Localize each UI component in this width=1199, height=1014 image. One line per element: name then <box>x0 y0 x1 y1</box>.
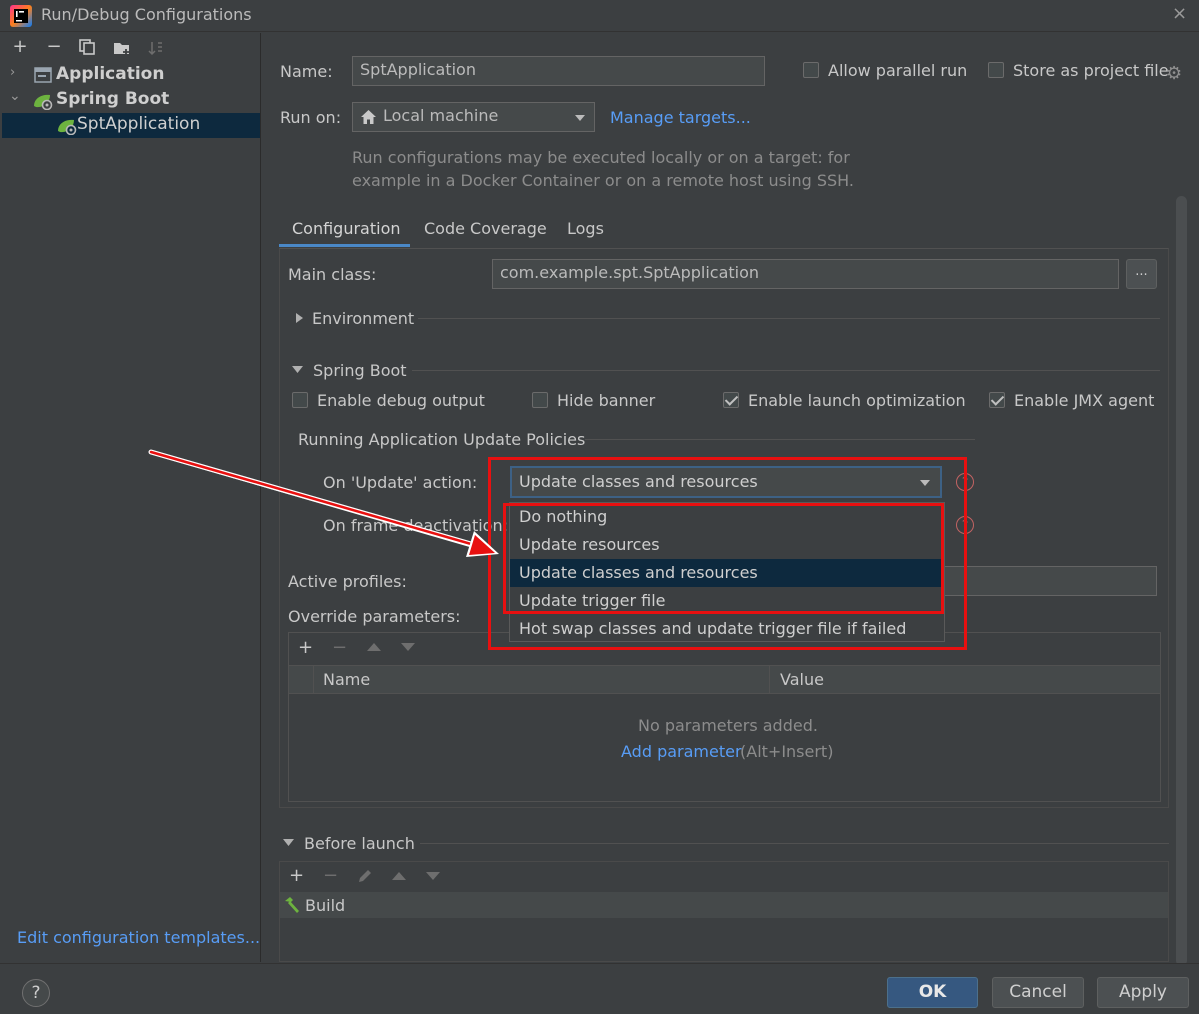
close-icon[interactable]: × <box>1172 3 1187 24</box>
before-launch-section[interactable]: Before launch <box>304 834 415 853</box>
edit-configuration-templates-link[interactable]: Edit configuration templates... <box>17 928 260 947</box>
chevron-down-icon[interactable] <box>292 366 303 374</box>
name-label: Name: <box>280 62 333 81</box>
chevron-right-icon[interactable]: › <box>10 65 15 80</box>
folder-add-icon[interactable] <box>113 40 131 56</box>
column-header-value[interactable]: Value <box>780 670 824 689</box>
move-up-icon[interactable] <box>392 872 406 880</box>
divider <box>585 439 975 440</box>
active-tab-indicator <box>279 244 410 247</box>
remove-task-icon[interactable]: − <box>323 867 338 885</box>
home-icon <box>361 110 376 124</box>
vertical-scrollbar[interactable] <box>1176 196 1187 966</box>
hammer-icon <box>283 896 301 914</box>
before-launch-task-row[interactable] <box>280 892 1168 918</box>
divider <box>412 370 1160 371</box>
empty-table-text: No parameters added. <box>638 716 818 735</box>
table-header <box>289 665 1160 694</box>
run-on-label: Run on: <box>280 108 342 127</box>
copy-configuration-icon[interactable] <box>79 39 95 55</box>
tree-item-spring-boot[interactable]: ⌄ Spring Boot <box>2 88 260 113</box>
gear-icon[interactable]: ⚙ <box>1166 63 1182 84</box>
run-on-combo[interactable]: Local machine <box>352 102 595 132</box>
store-as-project-file-checkbox[interactable] <box>988 62 1004 78</box>
tree-item-label: Spring Boot <box>56 89 170 109</box>
store-as-project-file-label: Store as project file <box>1013 61 1169 80</box>
tree-item-application[interactable]: › Application <box>2 63 260 88</box>
application-icon <box>34 67 52 83</box>
hide-banner-label: Hide banner <box>557 391 656 410</box>
spring-boot-icon <box>32 92 54 110</box>
allow-parallel-run-checkbox[interactable] <box>803 62 819 78</box>
enable-launch-optimization-label: Enable launch optimization <box>748 391 966 410</box>
tree-item-label: Application <box>56 64 165 84</box>
on-update-action-label: On 'Update' action: <box>323 473 478 492</box>
tree-item-sptapplication[interactable]: SptApplication <box>2 113 260 138</box>
column-header-name[interactable]: Name <box>323 670 370 689</box>
cancel-button[interactable]: Cancel <box>992 977 1084 1008</box>
window-title: Run/Debug Configurations <box>41 5 252 24</box>
remove-configuration-icon[interactable]: − <box>45 38 63 56</box>
remove-parameter-icon[interactable]: − <box>332 639 347 657</box>
column-divider <box>313 666 314 694</box>
chevron-down-icon[interactable] <box>283 839 294 847</box>
add-task-icon[interactable]: + <box>289 867 304 885</box>
add-parameter-link[interactable]: Add parameter <box>621 742 742 761</box>
add-parameter-icon[interactable]: + <box>298 639 313 657</box>
tab-configuration[interactable]: Configuration <box>292 219 401 238</box>
move-down-icon[interactable] <box>426 872 440 880</box>
hide-banner-checkbox[interactable] <box>532 392 548 408</box>
tab-logs[interactable]: Logs <box>567 219 604 238</box>
sort-icon[interactable] <box>148 40 164 56</box>
divider <box>418 318 1160 319</box>
intellij-app-icon <box>10 5 32 27</box>
main-class-input[interactable]: com.example.spt.SptApplication <box>492 259 1119 289</box>
before-launch-task-label: Build <box>305 896 346 915</box>
edit-task-icon[interactable] <box>357 868 373 884</box>
chevron-right-icon[interactable] <box>296 313 304 323</box>
allow-parallel-run-label: Allow parallel run <box>828 61 968 80</box>
add-parameter-shortcut: (Alt+Insert) <box>740 742 834 761</box>
active-profiles-label: Active profiles: <box>288 572 407 591</box>
main-class-label: Main class: <box>288 265 377 284</box>
enable-jmx-agent-label: Enable JMX agent <box>1014 391 1155 410</box>
enable-launch-optimization-checkbox[interactable] <box>723 392 739 408</box>
column-divider <box>769 666 770 694</box>
chevron-down-icon[interactable] <box>575 115 585 121</box>
chevron-down-icon[interactable]: ⌄ <box>9 88 21 104</box>
enable-jmx-agent-checkbox[interactable] <box>989 392 1005 408</box>
configurations-tree-pane <box>0 33 261 962</box>
run-on-hint-line-2: example in a Docker Container or on a re… <box>352 171 854 190</box>
browse-main-class-button[interactable]: ... <box>1126 259 1157 289</box>
update-policies-title: Running Application Update Policies <box>298 430 586 449</box>
apply-button[interactable]: Apply <box>1097 977 1189 1008</box>
enable-debug-output-checkbox[interactable] <box>292 392 308 408</box>
environment-section[interactable]: Environment <box>312 309 414 328</box>
highlight-inner-box <box>503 503 944 614</box>
on-frame-deactivation-label: On frame deactivation: <box>323 516 508 535</box>
ok-button[interactable]: OK <box>887 977 978 1008</box>
override-parameters-label: Override parameters: <box>288 607 461 626</box>
add-configuration-icon[interactable]: + <box>11 38 29 56</box>
name-input[interactable]: SptApplication <box>352 56 765 86</box>
help-button[interactable]: ? <box>22 979 50 1007</box>
spring-boot-icon <box>56 117 78 135</box>
manage-targets-link[interactable]: Manage targets... <box>610 108 751 127</box>
move-down-icon[interactable] <box>401 643 415 651</box>
active-profiles-input[interactable] <box>940 566 1157 596</box>
enable-debug-output-label: Enable debug output <box>317 391 485 410</box>
spring-boot-section[interactable]: Spring Boot <box>313 361 407 380</box>
run-on-value: Local machine <box>383 106 499 125</box>
run-on-hint-line-1: Run configurations may be executed local… <box>352 148 850 167</box>
move-up-icon[interactable] <box>367 643 381 651</box>
tab-code-coverage[interactable]: Code Coverage <box>424 219 547 238</box>
divider <box>420 843 1169 844</box>
tree-item-label: SptApplication <box>77 114 201 134</box>
